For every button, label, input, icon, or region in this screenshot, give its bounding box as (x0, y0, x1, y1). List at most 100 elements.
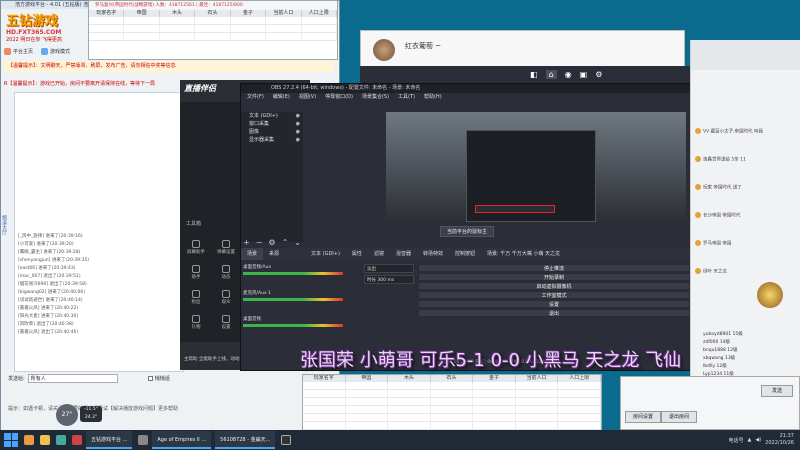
fan-item[interactable]: zdf000 14级 (691, 338, 800, 346)
eye-icon[interactable]: ◉ (296, 136, 300, 144)
tool-danmaku[interactable]: 弹幕设置 (212, 240, 240, 255)
gear-icon[interactable]: ⚙ (268, 238, 275, 247)
taskbar-item[interactable]: 五钻游戏平台 ... (86, 431, 133, 449)
chat-line: [mac_007] 退出了(20:39:51) (18, 274, 81, 279)
tool-settings[interactable]: 设置 (212, 315, 240, 330)
tool-screen[interactable]: 屏幕助手 (182, 240, 210, 255)
col-stone: 石头 (195, 10, 231, 17)
send-target-select[interactable]: 所有人 (27, 374, 118, 383)
clock[interactable]: 21:37 2022/10/26 (765, 433, 794, 447)
eye-icon[interactable]: ◉ (296, 112, 300, 120)
tool-assist[interactable]: 助手 (182, 265, 210, 280)
source-item[interactable]: 窗口采集 ◉ (241, 120, 303, 128)
source-item[interactable]: 图像 ◉ (241, 128, 303, 136)
taskbar-item[interactable]: 56108728 - 金扁天... (215, 431, 276, 449)
room-dialog: 发送 房间设置 退出房间 (620, 376, 800, 430)
assist-icon (192, 265, 200, 273)
remove-icon[interactable]: − (256, 238, 263, 247)
start-button[interactable] (4, 433, 18, 447)
tab-transitions[interactable]: 转场特效 (417, 248, 449, 260)
col-wood: 木头 (160, 10, 196, 17)
folder-icon[interactable] (40, 435, 50, 445)
menu-edit[interactable]: 编辑(E) (273, 93, 290, 101)
menu-scene-collection[interactable]: 场景集合(S) (362, 93, 389, 101)
tab-controls[interactable]: 控制按钮 (449, 248, 481, 260)
menu-dock[interactable]: 停靠窗口(D) (325, 93, 353, 101)
exit-room-button[interactable]: 退出房间 (661, 411, 697, 423)
transition-select[interactable]: 淡出 (364, 264, 414, 273)
side-tab[interactable]: 频道大厅 (0, 215, 8, 235)
menu-tools[interactable]: 工具(T) (398, 93, 415, 101)
settings-icon (222, 315, 230, 323)
streamer-name: 红衣葡萄 ~ (405, 42, 442, 50)
gift-icon (695, 212, 701, 218)
danmaku-icon (222, 240, 230, 248)
stop-stream-button[interactable]: 停止推流 (418, 264, 690, 272)
col-player: 玩家名字 (303, 375, 346, 382)
app-icon[interactable] (72, 435, 82, 445)
settings-button[interactable]: 设置 (418, 300, 690, 308)
tab-mixer[interactable]: 混音器 (390, 248, 417, 260)
fan-item[interactable]: yuboyd8901 15级 (691, 330, 800, 338)
fan-item[interactable]: lbdlly 12级 (691, 362, 800, 370)
obs-icon[interactable] (281, 435, 292, 445)
room-settings-button[interactable]: 房间设置 (625, 411, 661, 423)
home-icon[interactable]: ⌂ (545, 70, 557, 79)
controller-icon[interactable]: ◧ (530, 70, 538, 79)
eye-icon[interactable]: ◉ (296, 120, 300, 128)
tool-viewers[interactable]: 观众 (212, 290, 240, 305)
chat-line: [shenyangjun] 进来了(20:39:35) (18, 258, 90, 263)
tab-scenes[interactable]: 场景 (241, 248, 264, 260)
fan-item[interactable]: bnqu1888 12级 (691, 346, 800, 354)
down-icon[interactable]: ⌄ (294, 238, 301, 247)
volume-meter[interactable] (243, 324, 343, 327)
send-button[interactable]: 发送 (761, 385, 793, 397)
tool-gift[interactable]: 礼物 (182, 315, 210, 330)
source-item[interactable]: 显示器采集 ◉ (241, 136, 303, 144)
start-recording-button[interactable]: 开始录制 (418, 273, 690, 281)
tool-fans[interactable]: 粉丝 (182, 290, 210, 305)
whisper-checkbox[interactable]: 悄悄话 (147, 375, 170, 382)
menu-help[interactable]: 帮助(H) (424, 93, 442, 101)
logo-tag: 2022 明日在你 飞得更高 (6, 37, 62, 43)
tab-text-source[interactable]: 文本 (GDI+) (305, 248, 346, 260)
source-item[interactable]: 文本 (GDI+) ◉ (241, 112, 303, 120)
tab-sources[interactable]: 来源 (263, 248, 285, 260)
chat-line: [east06] 进来了(20:39:43) (18, 266, 76, 271)
up-icon[interactable]: ⌃ (282, 238, 289, 247)
table-row (303, 398, 601, 406)
menu-file[interactable]: 文件(F) (247, 93, 264, 101)
obs-menubar: 文件(F) 编辑(E) 视图(V) 停靠窗口(D) 场景集合(S) 工具(T) … (241, 93, 694, 101)
virtual-camera-button[interactable]: 启动虚拟摄像机 (418, 282, 690, 290)
media-icon[interactable] (138, 435, 149, 445)
nav-mode[interactable]: 游戏模式 (41, 48, 70, 55)
chat-line: [风吹草] 退出了(20:40:38) (18, 322, 74, 327)
fan-item[interactable]: xbqwang 13级 (691, 354, 800, 362)
browser-icon[interactable] (24, 435, 34, 445)
studio-mode-button[interactable]: 工作室模式 (418, 291, 690, 299)
volume-meter[interactable] (243, 298, 343, 301)
tab-properties[interactable]: 属性 (346, 248, 368, 260)
volume-meter[interactable] (243, 272, 343, 275)
eye-icon[interactable]: ◉ (296, 128, 300, 136)
gamepad-icon[interactable]: ◉ (565, 70, 572, 79)
col-pop: 当前人口 (266, 10, 302, 17)
col-empire: 帝国 (124, 10, 160, 17)
volume-icon[interactable]: ◀) (755, 437, 761, 443)
nav-home[interactable]: 平台主页 (4, 48, 33, 55)
taskbar-item[interactable]: Age of Empires II ... (152, 431, 212, 449)
network-icon[interactable]: ▲ (748, 437, 752, 443)
transition-duration[interactable]: 时长 300 ms (364, 275, 414, 284)
gift-icon[interactable]: ▣ (580, 70, 588, 79)
col-pop-limit: 人口上限 (302, 10, 337, 17)
weather-widget[interactable]: 27° (56, 404, 78, 426)
avatar[interactable] (373, 39, 395, 61)
exit-button[interactable]: 退出 (418, 309, 690, 317)
chrome-icon[interactable] (56, 435, 66, 445)
tool-dynamic[interactable]: 动态 (212, 265, 240, 280)
settings-icon[interactable]: ⚙ (595, 70, 602, 79)
add-icon[interactable]: + (243, 238, 250, 247)
tab-filters[interactable]: 滤镜 (368, 248, 390, 260)
menu-view[interactable]: 视图(V) (299, 93, 316, 101)
chat-line: [阳光大麦] 进来了(20:40:30) (18, 314, 79, 319)
